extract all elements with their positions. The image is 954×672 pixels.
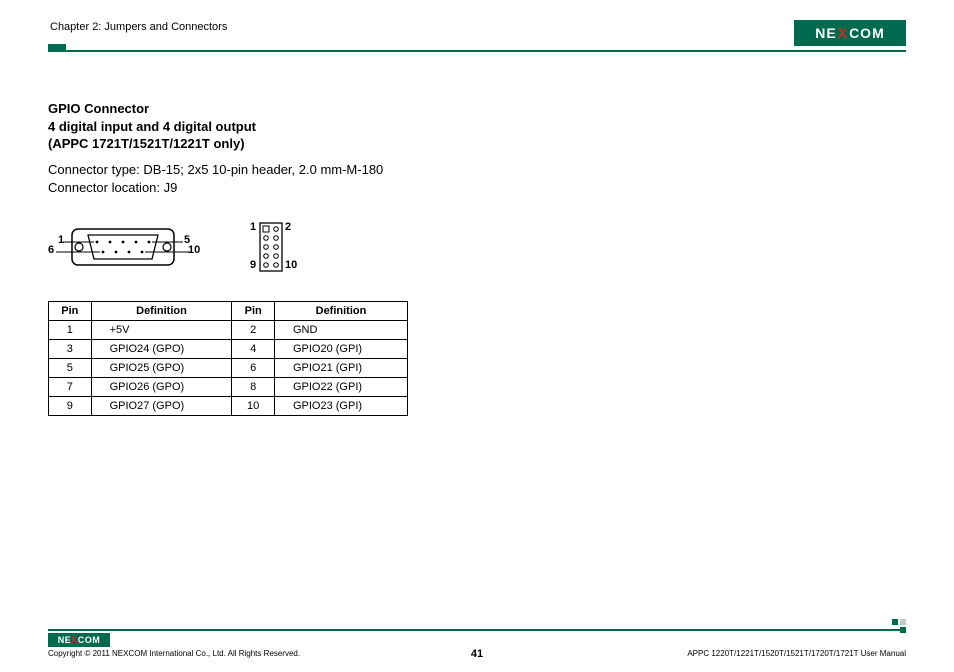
cell-pin: 3 [49,340,92,359]
db15-pin1-label: 1 [58,234,64,246]
th-def-b: Definition [274,302,407,321]
table-row: 1+5V2GND [49,321,408,340]
cell-definition: +5V [91,321,232,340]
table-header-row: Pin Definition Pin Definition [49,302,408,321]
cell-definition: GPIO22 (GPI) [274,378,407,397]
pinhdr-pin10-label: 10 [285,259,297,271]
cell-pin: 9 [49,397,92,416]
manual-title: APPC 1220T/1221T/1520T/1521T/1720T/1721T… [687,649,906,658]
cell-definition: GPIO27 (GPO) [91,397,232,416]
connector-location: Connector location: J9 [48,179,906,197]
section-title-line2: 4 digital input and 4 digital output [48,118,906,136]
cell-pin: 6 [232,359,275,378]
cell-definition: GPIO26 (GPO) [91,378,232,397]
logo-part-com: COM [849,25,885,41]
cell-definition: GPIO21 (GPI) [274,359,407,378]
th-pin-a: Pin [49,302,92,321]
pinhdr-pin2-label: 2 [285,221,291,233]
pin-definition-table: Pin Definition Pin Definition 1+5V2GND3G… [48,301,408,416]
db15-pin10-label: 10 [188,244,200,256]
footer-rule [48,629,906,631]
th-pin-b: Pin [232,302,275,321]
table-row: 5GPIO25 (GPO)6GPIO21 (GPI) [49,359,408,378]
cell-definition: GPIO25 (GPO) [91,359,232,378]
footer-corner-icon [892,619,906,633]
cell-definition: GPIO24 (GPO) [91,340,232,359]
pinhdr-pin9-label: 9 [250,259,256,271]
table-row: 3GPIO24 (GPO)4GPIO20 (GPI) [49,340,408,359]
section-title-line3: (APPC 1721T/1521T/1221T only) [48,135,906,153]
copyright-text: Copyright © 2011 NEXCOM International Co… [48,649,300,658]
cell-pin: 4 [232,340,275,359]
connector-type: Connector type: DB-15; 2x5 10-pin header… [48,161,906,179]
cell-pin: 1 [49,321,92,340]
cell-pin: 8 [232,378,275,397]
pinhdr-pin1-label: 1 [250,221,256,233]
pin-header-diagram: 1 2 9 10 [246,219,296,275]
chapter-title: Chapter 2: Jumpers and Connectors [48,20,227,33]
cell-pin: 7 [49,378,92,397]
cell-pin: 10 [232,397,275,416]
db15-pin6-label: 6 [48,244,54,256]
cell-definition: GPIO20 (GPI) [274,340,407,359]
table-row: 7GPIO26 (GPO)8GPIO22 (GPI) [49,378,408,397]
db15-connector-diagram: 1 5 6 10 [48,225,198,269]
logo-part-ne: NE [815,25,836,41]
cell-definition: GPIO23 (GPI) [274,397,407,416]
table-row: 9GPIO27 (GPO)10GPIO23 (GPI) [49,397,408,416]
cell-pin: 2 [232,321,275,340]
nexcom-logo-top: NEXCOM [794,20,906,46]
nexcom-logo-footer: NEXCOM [48,633,110,647]
th-def-a: Definition [91,302,232,321]
header-rule [48,50,906,52]
cell-definition: GND [274,321,407,340]
section-title-line1: GPIO Connector [48,100,906,118]
cell-pin: 5 [49,359,92,378]
logo-part-x: X [837,25,849,41]
